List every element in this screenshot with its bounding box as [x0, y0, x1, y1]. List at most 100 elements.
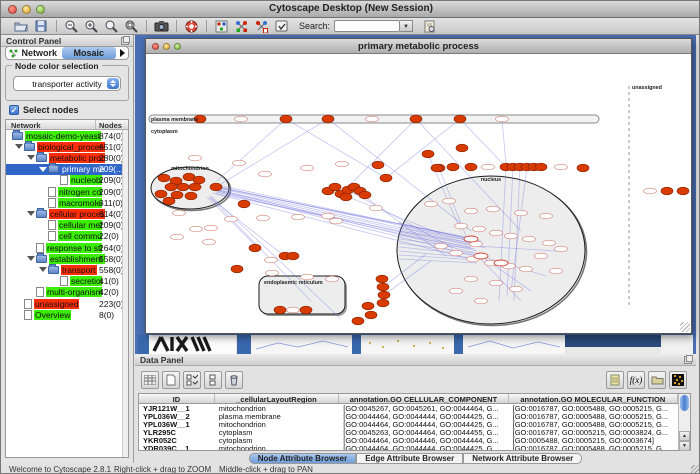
graph-node-label[interactable] [490, 280, 503, 286]
annotation-icon[interactable] [273, 19, 289, 34]
tree-row-transport[interactable]: transport558(0) [6, 264, 123, 275]
graph-node[interactable] [165, 183, 177, 191]
tree-scrollbar[interactable] [122, 130, 128, 457]
expander-icon[interactable] [39, 267, 47, 272]
graph-node-label[interactable] [265, 257, 278, 263]
select-nodes-checkbox[interactable]: ✓ [9, 105, 19, 115]
tree-row-nitrogen-compo[interactable]: nitrogen compo209(0) [6, 186, 123, 197]
graph-node-label[interactable] [292, 214, 305, 220]
new-network-icon[interactable] [253, 19, 269, 34]
graph-node-label[interactable] [644, 188, 657, 194]
tree-row-establishment-of-lo[interactable]: establishment of lo558(0) [6, 253, 123, 264]
network-canvas[interactable]: plasma membranecytoplasmmitochondrionnuc… [146, 54, 691, 333]
background-windows[interactable] [138, 335, 693, 354]
graph-edge[interactable] [502, 119, 506, 164]
tree-row-unassigned[interactable]: unassigned223(0) [6, 298, 123, 309]
table-scroll-arrows[interactable]: ▲▼ [679, 431, 690, 449]
graph-node[interactable] [372, 161, 384, 169]
old-network-icon[interactable] [233, 19, 249, 34]
graph-node-label[interactable] [235, 116, 248, 122]
graph-node-label[interactable] [450, 288, 463, 294]
graph-node-label[interactable] [257, 215, 270, 221]
graph-node[interactable] [431, 164, 443, 172]
graph-node-label[interactable] [266, 270, 279, 276]
graph-node-label[interactable] [171, 234, 184, 240]
column-header[interactable]: annotation.GO MOLECULAR_FUNCTION [509, 394, 678, 403]
graph-node-label[interactable] [435, 243, 448, 249]
graph-node[interactable] [677, 187, 689, 195]
graph-node-label[interactable] [555, 246, 568, 252]
expander-icon[interactable] [27, 155, 35, 160]
expander-icon[interactable] [39, 167, 47, 172]
graph-hub-node[interactable] [464, 236, 478, 242]
tree-row-overview[interactable]: Overview8(0) [6, 309, 123, 320]
tab-network[interactable]: Network [6, 47, 61, 59]
graph-node-label[interactable] [203, 239, 216, 245]
graph-node[interactable] [171, 191, 183, 199]
zoom-in-icon[interactable] [83, 19, 99, 34]
graph-node-label[interactable] [465, 276, 478, 282]
expander-icon[interactable] [27, 256, 35, 261]
tree-row-metabolic-process[interactable]: metabolic process280(0) [6, 152, 123, 163]
graph-node-label[interactable] [425, 201, 438, 207]
graph-node-label[interactable] [301, 274, 314, 280]
tree-row-nucleobase-[interactable]: nucleobase-209(0) [6, 175, 123, 186]
tree-row-cell-communicat[interactable]: cell communicat22(0) [6, 231, 123, 242]
heatmap-icon[interactable] [669, 371, 687, 389]
graph-node-label[interactable] [336, 161, 349, 167]
graph-node[interactable] [210, 183, 222, 191]
graph-node-label[interactable] [190, 226, 203, 232]
graph-node-label[interactable] [370, 205, 383, 211]
graph-edge[interactable] [217, 119, 286, 181]
float-data-panel-icon[interactable] [684, 356, 692, 364]
graph-node-label[interactable] [465, 208, 478, 214]
graph-node-label[interactable] [287, 307, 300, 313]
graph-node[interactable] [378, 291, 390, 299]
graph-hub-node[interactable] [494, 260, 508, 266]
graph-node-label[interactable] [520, 266, 533, 272]
graph-node-label[interactable] [487, 206, 500, 212]
table-scrollbar[interactable]: ▲▼ [678, 394, 690, 450]
graph-node-label[interactable] [301, 165, 314, 171]
zoom-selected-icon[interactable] [103, 19, 119, 34]
vizmapper-icon[interactable] [213, 19, 229, 34]
tab-node-attribute-browser[interactable]: Node Attribute Browser [249, 453, 357, 464]
column-header[interactable]: annotation.GO CELLULAR_COMPONENT [339, 394, 508, 403]
graph-node[interactable] [158, 174, 170, 182]
graph-node-label[interactable] [473, 226, 486, 232]
graph-edge[interactable] [460, 119, 506, 167]
destroy-network-icon[interactable] [421, 19, 437, 34]
tree-row-primary-metabo[interactable]: primary metabo209(... [6, 164, 123, 175]
save-icon[interactable] [33, 19, 49, 34]
graph-node-label[interactable] [455, 223, 468, 229]
tree-row-mosaic-demo-yeast[interactable]: mosaic-demo-yeast874(0) [6, 130, 123, 141]
graph-node[interactable] [193, 176, 205, 184]
graph-node-label[interactable] [450, 250, 463, 256]
graph-node[interactable] [322, 115, 334, 123]
tree-row-biological-process[interactable]: biological_process651(0) [6, 141, 123, 152]
graph-node[interactable] [249, 244, 261, 252]
graph-node-label[interactable] [496, 116, 509, 122]
zoom-fit-icon[interactable] [123, 19, 139, 34]
open-folder-icon[interactable] [13, 19, 29, 34]
notes-icon[interactable] [606, 371, 624, 389]
graph-node[interactable] [377, 283, 389, 291]
attribute-mode-icon[interactable] [204, 371, 222, 389]
graph-node[interactable] [280, 115, 292, 123]
graph-node[interactable] [189, 183, 201, 191]
graph-node[interactable] [577, 164, 589, 172]
tab-edge-attribute-browser[interactable]: Edge Attribute Browser [356, 453, 463, 464]
graph-node[interactable] [340, 193, 352, 201]
graph-node-label[interactable] [225, 216, 238, 222]
search-input[interactable] [334, 20, 400, 32]
import-attributes-icon[interactable] [648, 371, 666, 389]
graph-node[interactable] [155, 190, 167, 198]
network-view-titlebar[interactable]: primary metabolic process [146, 39, 691, 54]
graph-node[interactable] [661, 187, 673, 195]
tree-row-multi-organism-pro[interactable]: multi-organism pro42(0) [6, 287, 123, 298]
tree-row-response-to-stimulu[interactable]: response to stimulu264(0) [6, 242, 123, 253]
graph-node[interactable] [456, 144, 468, 152]
graph-node[interactable] [454, 115, 466, 123]
graph-node-label[interactable] [555, 164, 568, 170]
expander-icon[interactable] [27, 211, 35, 216]
